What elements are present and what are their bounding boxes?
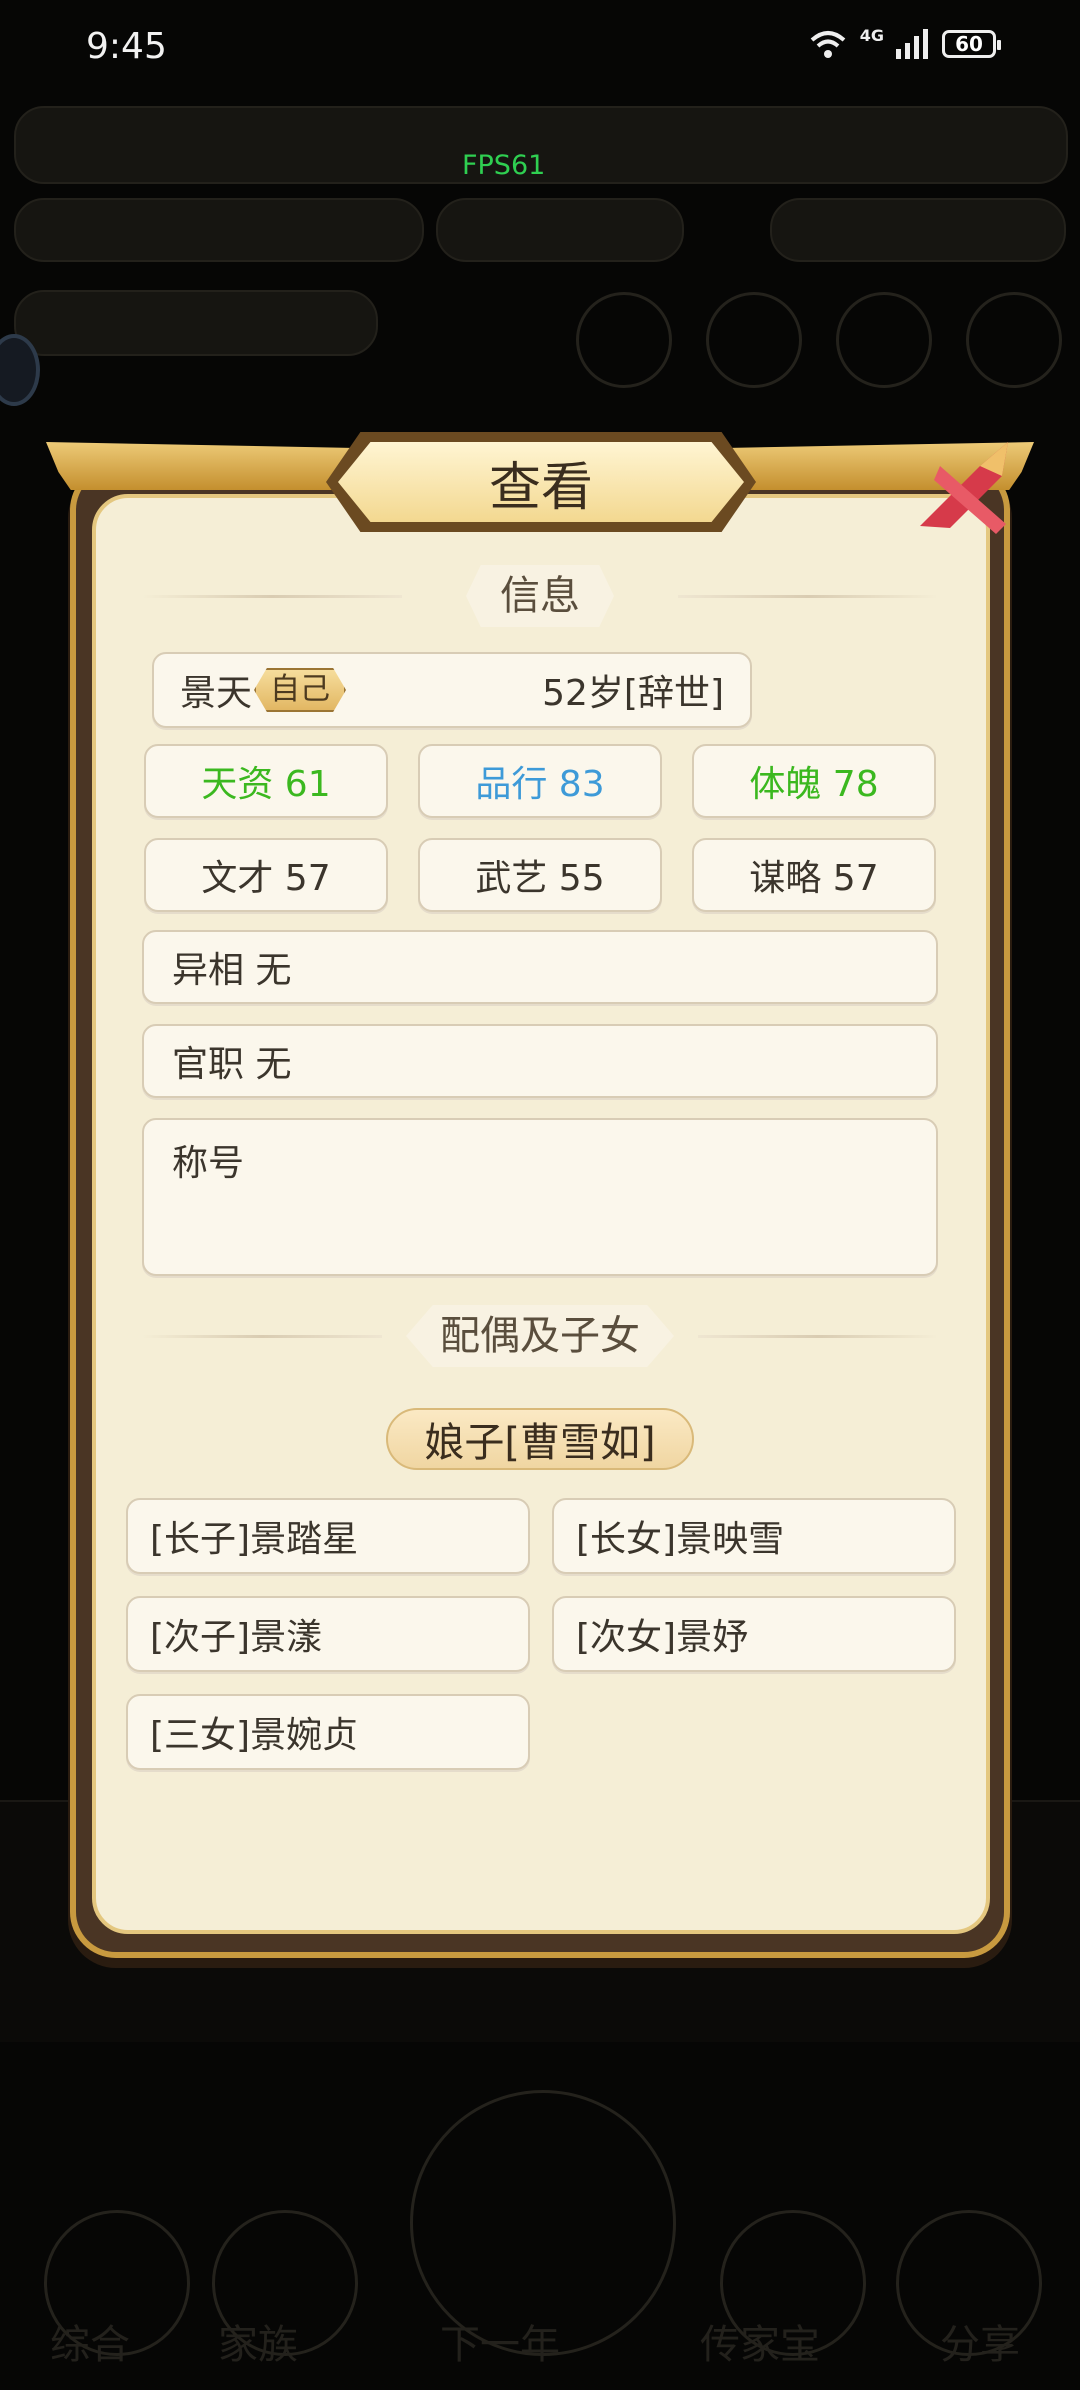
status-time: 9:45	[86, 26, 167, 67]
title-wing-left	[46, 442, 356, 490]
wifi-icon	[810, 31, 846, 58]
office-field: 官职 无	[142, 1024, 938, 1098]
battery-level: 60	[955, 32, 983, 56]
bg-settings-icon	[966, 292, 1062, 388]
family-section-header: 配偶及子女	[142, 1304, 938, 1368]
child-button[interactable]: [次女]景妤	[552, 1596, 956, 1672]
section-divider-left	[142, 595, 402, 598]
battery-icon: 60	[942, 30, 1001, 58]
child-button[interactable]: [长子]景踏星	[126, 1498, 530, 1574]
stat-literary: 文才 57	[144, 838, 388, 912]
child-button[interactable]: [三女]景婉贞	[126, 1694, 530, 1770]
bg-person-pill	[14, 290, 378, 356]
close-icon[interactable]	[910, 436, 1026, 540]
signal-icon	[896, 29, 928, 59]
fps-counter: FPS61	[462, 150, 546, 181]
honorific-label: 称号	[172, 1143, 245, 1184]
person-name-bar: 景天 自己 52岁[辞世]	[152, 652, 752, 728]
bg-nav-label-4: 传家宝	[700, 2322, 820, 2368]
info-section-title: 信息	[466, 565, 614, 627]
person-name: 景天	[180, 673, 253, 714]
bg-notice-icon	[836, 292, 932, 388]
child-button[interactable]: [长女]景映雪	[552, 1498, 956, 1574]
bg-coin-pill	[770, 198, 1066, 262]
bg-nav-label-2: 家族	[218, 2322, 298, 2368]
stat-strategy: 谋略 57	[692, 838, 936, 912]
stat-morality: 品行 83	[418, 744, 662, 818]
stat-physique: 体魄 78	[692, 744, 936, 818]
network-type-label: 4G	[859, 25, 884, 45]
section-divider-right	[698, 1335, 938, 1338]
section-divider-left	[142, 1335, 382, 1338]
honorific-field: 称号	[142, 1118, 938, 1276]
person-age-status: 52岁[辞世]	[542, 673, 724, 714]
bg-nav-label-1: 综合	[50, 2322, 130, 2368]
bg-achievement-icon	[576, 292, 672, 388]
section-divider-right	[678, 595, 938, 598]
info-section-header: 信息	[142, 564, 938, 628]
stat-talent: 天资 61	[144, 744, 388, 818]
family-section-title: 配偶及子女	[406, 1305, 674, 1367]
status-icons: 4G 60	[808, 25, 1001, 60]
bg-ranking-icon	[706, 292, 802, 388]
bg-nav-label-5: 分享	[940, 2322, 1020, 2368]
trait-field: 异相 无	[142, 930, 938, 1004]
bg-nav-label-3: 下一年	[440, 2322, 560, 2368]
child-button[interactable]: [次子]景漾	[126, 1596, 530, 1672]
self-tag-badge: 自己	[254, 668, 347, 712]
stat-martial: 武艺 55	[418, 838, 662, 912]
bg-generation-pill	[436, 198, 684, 262]
bg-family-bar	[14, 198, 424, 262]
dialog-title: 查看	[338, 442, 744, 522]
spouse-button[interactable]: 娘子[曹雪如]	[386, 1408, 694, 1470]
